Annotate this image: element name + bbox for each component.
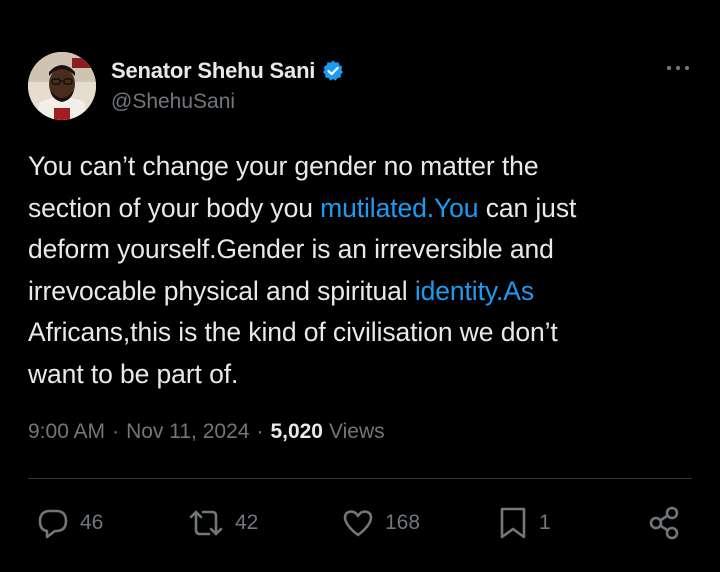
views-count[interactable]: 5,020 [270,420,323,444]
tweet-text-line: want to be part of. [28,354,678,396]
tweet-text-segment: section of your body you [28,192,321,223]
repost-icon [187,506,225,540]
divider [28,478,692,479]
bookmark-button[interactable]: 1 [497,500,551,546]
tweet-text-segment: irrevocable physical and spiritual [28,275,415,306]
repost-button[interactable]: 42 [187,500,258,546]
meta-separator: · [256,420,264,443]
bookmark-count: 1 [539,511,551,534]
tweet-text-line: Africans,this is the kind of civilisatio… [28,312,678,354]
tweet-text-line: You can’t change your gender no matter t… [28,146,678,188]
hashtag-link[interactable]: identity.As [415,276,534,306]
tweet-text-segment: deform yourself.Gender is an irreversibl… [28,234,554,264]
author-name-row: Senator Shehu Sani [111,56,345,86]
tweet-card: Senator Shehu Sani @ShehuSani You can’t … [0,0,720,572]
repost-count: 42 [235,511,259,534]
more-icon[interactable] [664,56,692,80]
tweet-date[interactable]: Nov 11, 2024 [126,420,249,444]
reply-button[interactable]: 46 [36,500,103,546]
heart-icon [341,506,375,540]
tweet-text-segment: can just [478,192,577,223]
tweet-text-segment: Africans,this is the kind of civilisatio… [28,317,558,347]
author-handle[interactable]: @ShehuSani [111,90,235,114]
hashtag-link[interactable]: mutilated.You [320,193,478,223]
like-count: 168 [385,511,421,534]
action-bar: 46 42 168 1 [0,500,720,546]
bookmark-icon [497,505,529,541]
tweet-text-line: deform yourself.Gender is an irreversibl… [28,229,678,271]
views-label[interactable]: Views [329,420,385,444]
tweet-time[interactable]: 9:00 AM [28,420,105,444]
reply-count: 46 [80,511,104,534]
tweet-text-segment: want to be part of. [28,358,239,389]
meta-separator: · [112,420,120,443]
reply-icon [36,506,70,540]
tweet-text-line: irrevocable physical and spiritual ident… [28,271,678,313]
avatar[interactable] [28,52,96,120]
author-display-name[interactable]: Senator Shehu Sani [111,58,315,84]
tweet-meta: 9:00 AM · Nov 11, 2024 · 5,020 Views [28,420,385,444]
verified-badge-icon [321,59,345,83]
tweet-text: You can’t change your gender no matter t… [28,146,678,395]
tweet-text-line: section of your body you mutilated.You c… [28,188,678,230]
share-button[interactable] [646,500,684,546]
like-button[interactable]: 168 [341,500,420,546]
share-icon [646,504,684,542]
tweet-text-segment: You can’t change your gender no matter t… [28,151,539,181]
